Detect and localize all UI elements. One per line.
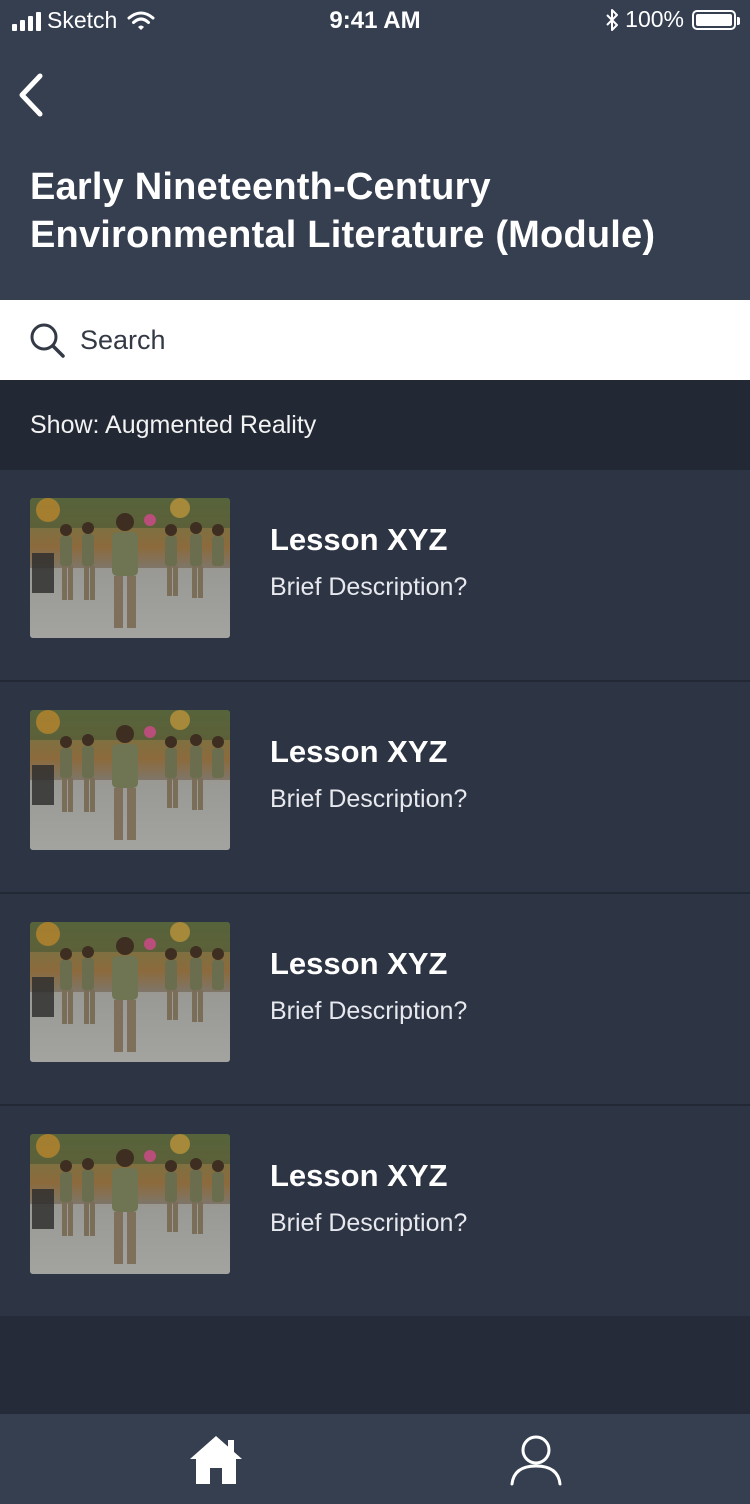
lesson-title: Lesson XYZ <box>270 734 448 769</box>
battery-percent: 100% <box>625 6 684 32</box>
home-icon <box>190 1436 242 1484</box>
lesson-item[interactable]: Lesson XYZ Brief Description? <box>0 470 750 682</box>
lesson-title: Lesson XYZ <box>270 522 448 557</box>
lesson-item[interactable]: Lesson XYZ Brief Description? <box>0 894 750 1106</box>
back-button[interactable] <box>14 72 50 118</box>
search-input[interactable] <box>78 314 682 366</box>
lesson-thumbnail <box>30 922 230 1062</box>
lesson-description: Brief Description? <box>270 1209 468 1237</box>
page-title: Early Nineteenth-Century Environmental L… <box>30 166 656 256</box>
lesson-description: Brief Description? <box>270 573 468 601</box>
tab-bar <box>0 1414 750 1504</box>
search-icon <box>30 323 65 358</box>
lesson-description: Brief Description? <box>270 997 468 1025</box>
lesson-title: Lesson XYZ <box>270 946 448 981</box>
filter-label: Show: Augmented Reality <box>30 410 317 439</box>
lesson-thumbnail <box>30 1134 230 1274</box>
lesson-item[interactable]: Lesson XYZ Brief Description? <box>0 1106 750 1316</box>
battery-icon <box>692 9 740 30</box>
lesson-thumbnail <box>30 710 230 850</box>
search-bar[interactable] <box>0 300 750 380</box>
header: Sketch 9:41 AM 100% Early Nineteenth-Cen… <box>0 0 750 300</box>
lesson-item[interactable]: Lesson XYZ Brief Description? <box>0 682 750 894</box>
lesson-description: Brief Description? <box>270 785 468 813</box>
status-right: 100% <box>605 6 740 33</box>
lesson-list: Lesson XYZ Brief Description? Lesson XYZ… <box>0 470 750 1316</box>
lesson-title: Lesson XYZ <box>270 1158 448 1193</box>
chevron-left-icon <box>19 73 43 117</box>
tab-profile[interactable] <box>508 1432 564 1488</box>
profile-icon <box>510 1435 562 1486</box>
filter-bar[interactable]: Show: Augmented Reality <box>0 380 750 470</box>
tab-home[interactable] <box>186 1432 246 1488</box>
lesson-thumbnail <box>30 498 230 638</box>
status-bar: Sketch 9:41 AM 100% <box>0 0 750 42</box>
bluetooth-icon <box>606 8 619 31</box>
